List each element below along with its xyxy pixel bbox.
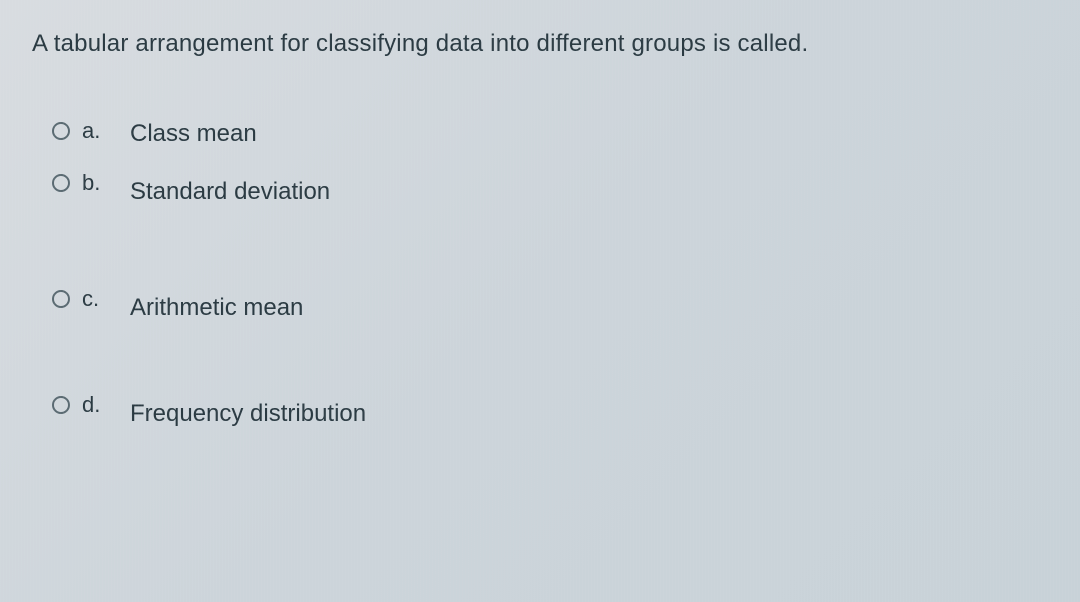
option-text-d: Frequency distribution xyxy=(130,392,366,428)
options-list: a. Class mean b. Standard deviation c. A… xyxy=(12,88,1068,428)
option-b[interactable]: b. Standard deviation xyxy=(52,170,1068,206)
option-letter-b: b. xyxy=(82,170,112,196)
option-letter-a: a. xyxy=(82,118,112,144)
option-d[interactable]: d. Frequency distribution xyxy=(52,392,1068,428)
option-text-c: Arithmetic mean xyxy=(130,286,303,322)
option-c[interactable]: c. Arithmetic mean xyxy=(52,286,1068,322)
option-text-b: Standard deviation xyxy=(130,170,330,206)
question-text: A tabular arrangement for classifying da… xyxy=(12,10,1068,88)
option-a[interactable]: a. Class mean xyxy=(52,118,1068,148)
radio-c[interactable] xyxy=(52,290,70,308)
radio-b[interactable] xyxy=(52,174,70,192)
option-letter-d: d. xyxy=(82,392,112,418)
radio-d[interactable] xyxy=(52,396,70,414)
radio-a[interactable] xyxy=(52,122,70,140)
option-letter-c: c. xyxy=(82,286,112,312)
question-container: A tabular arrangement for classifying da… xyxy=(12,10,1068,592)
option-text-a: Class mean xyxy=(130,118,257,148)
